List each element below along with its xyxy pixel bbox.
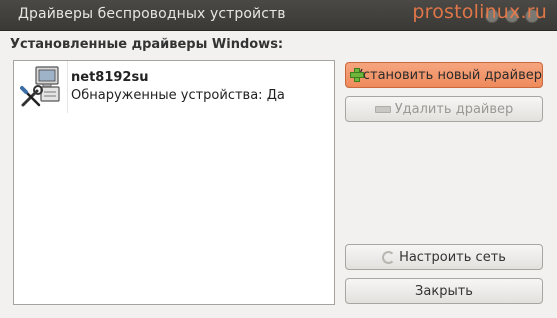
network-settings-icon [382, 250, 396, 264]
row-separator [67, 61, 68, 113]
installed-drivers-label: Установленные драйверы Windows: [10, 37, 284, 52]
install-driver-button[interactable]: Установить новый драйвер [345, 62, 543, 88]
close-label: Закрыть [415, 283, 473, 299]
driver-status: Обнаруженные устройства: Да [71, 88, 285, 103]
plus-icon [350, 68, 363, 82]
close-button[interactable]: Закрыть [345, 278, 543, 304]
network-tools-icon [20, 66, 60, 107]
remove-driver-button[interactable]: Удалить драйвер [345, 96, 543, 122]
configure-network-label: Настроить сеть [399, 249, 506, 265]
site-watermark: prostolinux.ru [412, 1, 547, 23]
install-driver-label: Установить новый драйвер [354, 67, 542, 83]
title-bar[interactable]: Драйверы беспроводных устройств prostoli… [0, 0, 557, 31]
window-title: Драйверы беспроводных устройств [18, 6, 286, 22]
dialog-window: Драйверы беспроводных устройств prostoli… [0, 0, 557, 318]
list-item[interactable]: net8192su Обнаруженные устройства: Да [14, 61, 334, 113]
driver-list[interactable]: net8192su Обнаруженные устройства: Да [13, 60, 335, 305]
remove-driver-label: Удалить драйвер [394, 101, 514, 117]
configure-network-button[interactable]: Настроить сеть [345, 244, 543, 270]
driver-name: net8192su [71, 70, 149, 85]
minus-icon [374, 105, 391, 113]
